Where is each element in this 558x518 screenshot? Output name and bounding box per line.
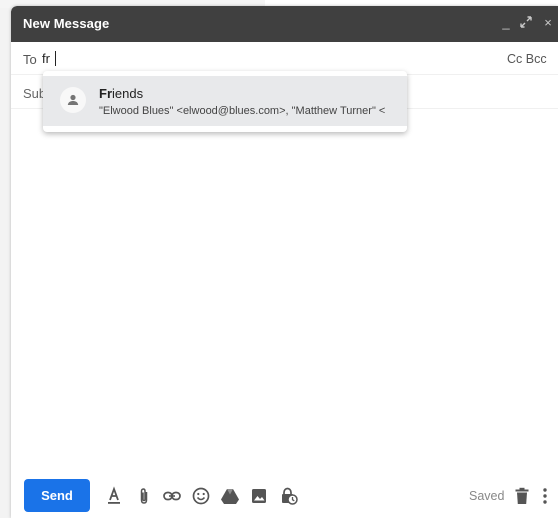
to-input[interactable]: [42, 49, 242, 67]
more-options-icon[interactable]: [541, 487, 549, 510]
attach-icon[interactable]: [134, 486, 154, 506]
trash-icon[interactable]: [514, 487, 530, 510]
compose-footer: Send Saved: [11, 468, 558, 518]
compose-window: New Message _ × To Cc Bcc Sub Friends "E…: [11, 6, 558, 518]
suggestion-name: Friends: [99, 86, 143, 101]
compose-titlebar[interactable]: New Message _ ×: [11, 6, 558, 42]
suggestion-rest: iends: [112, 86, 144, 101]
send-button[interactable]: Send: [24, 479, 90, 512]
suggestion-detail: "Elwood Blues" <elwood@blues.com>, "Matt…: [99, 105, 386, 117]
text-caret: [55, 51, 56, 66]
saved-status: Saved: [469, 489, 505, 503]
minimize-icon[interactable]: _: [498, 15, 514, 31]
expand-icon[interactable]: [518, 15, 534, 31]
photo-icon[interactable]: [249, 486, 269, 506]
cc-bcc-link[interactable]: Cc Bcc: [507, 52, 547, 66]
emoji-icon[interactable]: [191, 486, 211, 506]
suggestion-match: Fr: [99, 86, 112, 101]
confidential-icon[interactable]: [279, 486, 299, 506]
autocomplete-dropdown: Friends "Elwood Blues" <elwood@blues.com…: [43, 71, 407, 132]
format-text-icon[interactable]: [104, 486, 124, 506]
compose-title: New Message: [23, 16, 110, 31]
suggestion-item[interactable]: Friends "Elwood Blues" <elwood@blues.com…: [43, 76, 407, 126]
drive-icon[interactable]: [220, 486, 240, 506]
close-icon[interactable]: ×: [540, 15, 556, 31]
avatar: [60, 87, 86, 113]
person-icon: [67, 94, 79, 105]
to-label: To: [23, 52, 37, 67]
link-icon[interactable]: [162, 486, 182, 506]
